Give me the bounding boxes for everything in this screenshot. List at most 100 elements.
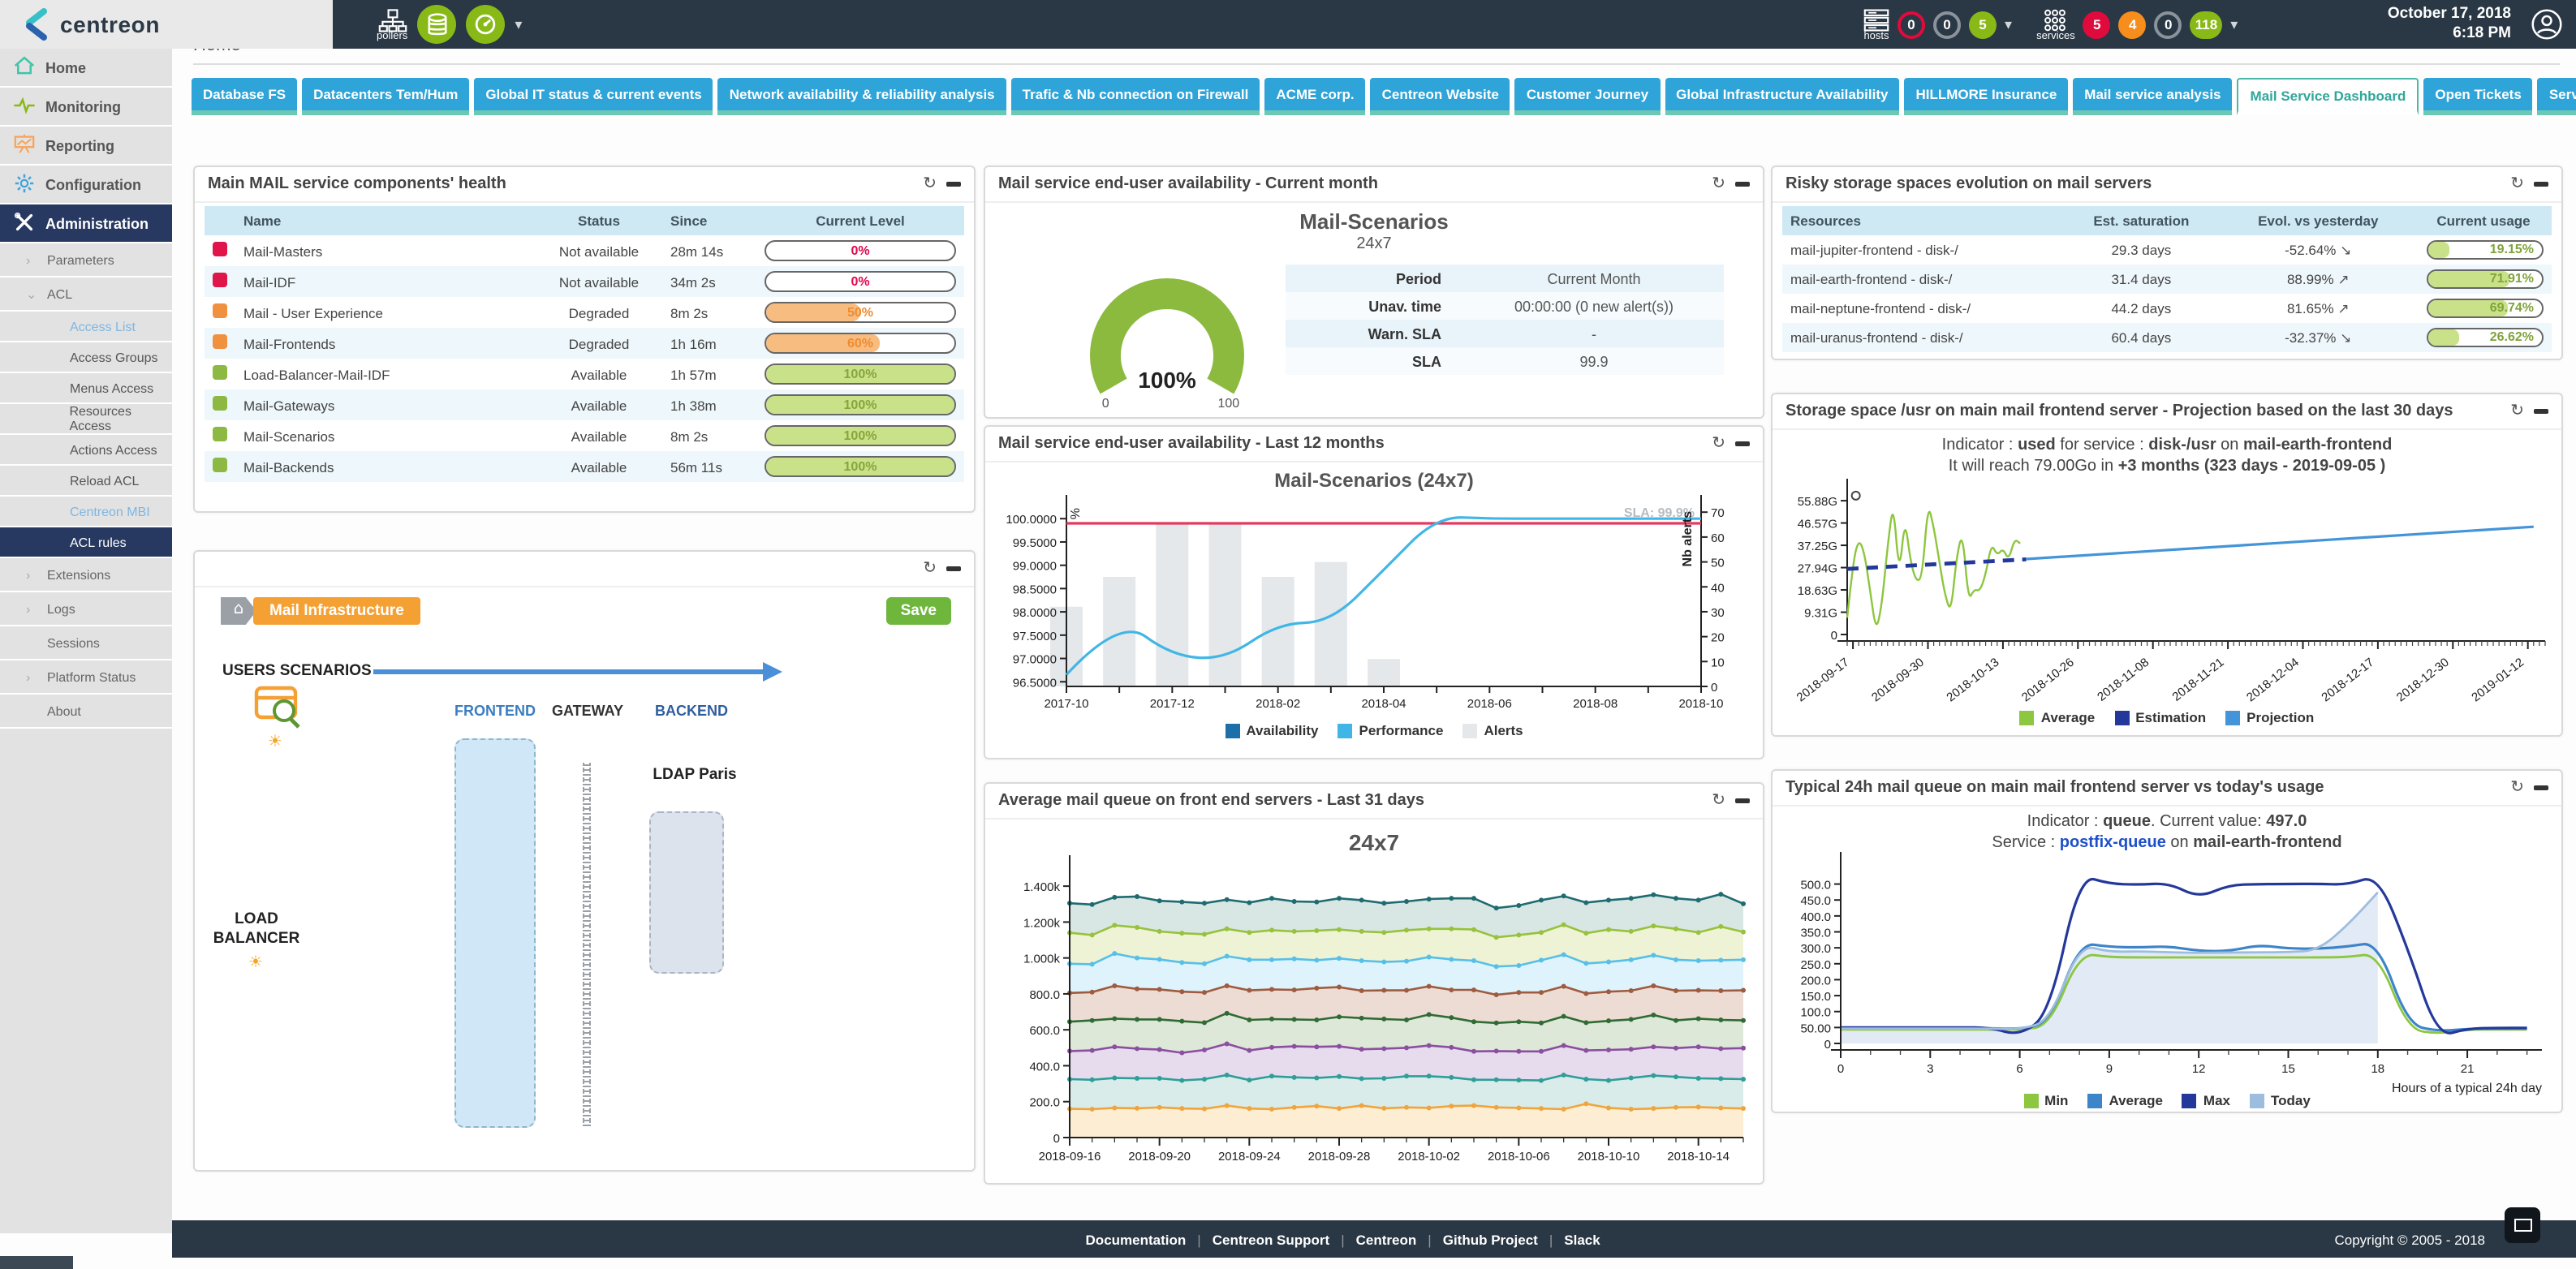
svg-text:2017-12: 2017-12 (1150, 697, 1195, 711)
service-status: Degraded (536, 297, 662, 328)
sidebar-item-resources-access[interactable]: Resources Access (0, 404, 172, 435)
refresh-icon[interactable]: ↻ (2510, 175, 2524, 193)
svg-text:350.0: 350.0 (1800, 927, 1831, 940)
tab-datacenters-tem-hum[interactable]: Datacenters Tem/Hum (302, 78, 469, 115)
health-row[interactable]: Mail-GatewaysAvailable1h 38m100% (205, 389, 964, 420)
minimize-icon[interactable] (1735, 798, 1750, 803)
storage-row[interactable]: mail-uranus-frontend - disk-/60.4 days-3… (1782, 323, 2552, 352)
tab-database-fs[interactable]: Database FS (192, 78, 297, 115)
service-status-badge[interactable]: 118 (2190, 11, 2222, 38)
poller-chevron-down-icon[interactable]: ▾ (515, 15, 522, 33)
minimize-icon[interactable] (2534, 182, 2548, 187)
sidebar-item-access-groups[interactable]: Access Groups (0, 342, 172, 373)
tab-services-map[interactable]: Services map (2538, 78, 2576, 115)
refresh-icon[interactable]: ↻ (923, 175, 937, 193)
svg-text:2018-10-02: 2018-10-02 (1398, 1150, 1460, 1164)
legend-item: Performance (1338, 722, 1444, 738)
minimize-icon[interactable] (1735, 441, 1750, 446)
footer-link-centreon[interactable]: Centreon (1356, 1231, 1417, 1247)
panel-title: Average mail queue on front end servers … (998, 792, 1424, 810)
user-avatar-icon[interactable] (2531, 8, 2563, 41)
footer-link-github-project[interactable]: Github Project (1443, 1231, 1538, 1247)
minimize-icon[interactable] (1735, 182, 1750, 187)
sidebar-item-extensions[interactable]: ›Extensions (0, 558, 172, 592)
health-row[interactable]: Mail-IDFNot available34m 2s0% (205, 266, 964, 297)
latency-gauge-icon[interactable] (466, 5, 505, 44)
host-status-badge[interactable]: 0 (1898, 11, 1925, 38)
gauge-subtitle: 24x7 (985, 235, 1763, 253)
sidebar-item-logs[interactable]: ›Logs (0, 592, 172, 626)
refresh-icon[interactable]: ↻ (2510, 779, 2524, 797)
panel-title: Storage space /usr on main mail frontend… (1786, 402, 2453, 420)
sidebar-item-platform-status[interactable]: ›Platform Status (0, 660, 172, 695)
tab-global-infrastructure-availability[interactable]: Global Infrastructure Availability (1665, 78, 1899, 115)
health-row[interactable]: Mail-BackendsAvailable56m 11s100% (205, 451, 964, 482)
sidebar-item-centreon-mbi[interactable]: Centreon MBI (0, 497, 172, 527)
tab-customer-journey[interactable]: Customer Journey (1515, 78, 1660, 115)
health-row[interactable]: Mail-ScenariosAvailable8m 2s100% (205, 420, 964, 451)
footer-link-slack[interactable]: Slack (1564, 1231, 1600, 1247)
svg-text:2017-10: 2017-10 (1044, 697, 1088, 711)
tab-centreon-website[interactable]: Centreon Website (1371, 78, 1510, 115)
refresh-icon[interactable]: ↻ (1712, 435, 1725, 453)
host-status-badge[interactable]: 0 (1933, 11, 1961, 38)
service-status-badge[interactable]: 5 (2083, 11, 2111, 38)
health-row[interactable]: Mail-MastersNot available28m 14s0% (205, 235, 964, 266)
sidebar-item-administration[interactable]: Administration (0, 204, 172, 243)
sidebar-item-configuration[interactable]: Configuration (0, 166, 172, 204)
sidebar-item-reload-acl[interactable]: Reload ACL (0, 466, 172, 497)
service-status-badge[interactable]: 0 (2155, 11, 2182, 38)
services-icon[interactable]: services (2036, 7, 2075, 41)
sidebar-item-label: Resources Access (69, 404, 172, 433)
minimize-icon[interactable] (946, 182, 961, 187)
footer-link-centreon-support[interactable]: Centreon Support (1213, 1231, 1330, 1247)
tab-trafic-nb-connection-on-firewall[interactable]: Trafic & Nb connection on Firewall (1011, 78, 1260, 115)
pollers-icon[interactable]: pollers (377, 7, 407, 41)
hosts-chevron-down-icon[interactable]: ▾ (2005, 15, 2012, 33)
refresh-icon[interactable]: ↻ (1712, 175, 1725, 193)
storage-row[interactable]: mail-earth-frontend - disk-/31.4 days88.… (1782, 265, 2552, 294)
database-status-icon[interactable] (417, 5, 456, 44)
svg-text:100: 100 (1217, 397, 1239, 411)
health-row[interactable]: Mail-FrontendsDegraded1h 16m60% (205, 328, 964, 359)
service-status-badge[interactable]: 4 (2119, 11, 2147, 38)
tab-mail-service-dashboard[interactable]: Mail Service Dashboard (2238, 78, 2419, 115)
minimize-icon[interactable] (2534, 409, 2548, 414)
tab-network-availability-reliability-analysis[interactable]: Network availability & reliability analy… (718, 78, 1006, 115)
sidebar-item-about[interactable]: About (0, 695, 172, 729)
minimize-icon[interactable] (2534, 785, 2548, 790)
sidebar-item-menus-access[interactable]: Menus Access (0, 373, 172, 404)
tab-acme-corp-[interactable]: ACME corp. (1264, 78, 1365, 115)
fullscreen-button[interactable] (2505, 1207, 2540, 1243)
sidebar-item-reporting[interactable]: Reporting (0, 127, 172, 166)
refresh-icon[interactable]: ↻ (2510, 402, 2524, 420)
minimize-icon[interactable] (946, 566, 961, 571)
storage-row[interactable]: mail-jupiter-frontend - disk-/29.3 days-… (1782, 235, 2552, 265)
sidebar-item-actions-access[interactable]: Actions Access (0, 435, 172, 466)
availability-chart: 96.500097.000097.500098.000098.500099.00… (985, 462, 1766, 722)
refresh-icon[interactable]: ↻ (1712, 792, 1725, 810)
footer-link-documentation[interactable]: Documentation (1086, 1231, 1187, 1247)
sidebar-item-home[interactable]: Home (0, 49, 172, 88)
sidebar-item-sessions[interactable]: Sessions (0, 626, 172, 660)
services-chevron-down-icon[interactable]: ▾ (2230, 15, 2238, 33)
refresh-icon[interactable]: ↻ (923, 560, 937, 578)
health-row[interactable]: Load-Balancer-Mail-IDFAvailable1h 57m100… (205, 359, 964, 389)
home-icon (13, 55, 36, 80)
centreon-logo[interactable]: centreon (0, 0, 333, 49)
sidebar-item-parameters[interactable]: ›Parameters (0, 243, 172, 277)
sidebar-item-acl[interactable]: ⌄ACL (0, 277, 172, 312)
sidebar-item-label: Administration (45, 215, 149, 231)
host-status-badge[interactable]: 5 (1969, 11, 1997, 38)
health-row[interactable]: Mail - User ExperienceDegraded8m 2s50% (205, 297, 964, 328)
tab-open-tickets[interactable]: Open Tickets (2423, 78, 2532, 115)
tab-mail-service-analysis[interactable]: Mail service analysis (2073, 78, 2232, 115)
hosts-icon[interactable]: hosts (1863, 7, 1889, 41)
svg-text:9: 9 (2106, 1062, 2113, 1076)
storage-row[interactable]: mail-neptune-frontend - disk-/44.2 days8… (1782, 294, 2552, 323)
sidebar-item-monitoring[interactable]: Monitoring (0, 88, 172, 127)
sidebar-item-access-list[interactable]: Access List (0, 312, 172, 342)
tab-hillmore-insurance[interactable]: HILLMORE Insurance (1904, 78, 2068, 115)
sidebar-item-acl-rules[interactable]: ACL rules (0, 527, 172, 558)
tab-global-it-status-current-events[interactable]: Global IT status & current events (474, 78, 713, 115)
